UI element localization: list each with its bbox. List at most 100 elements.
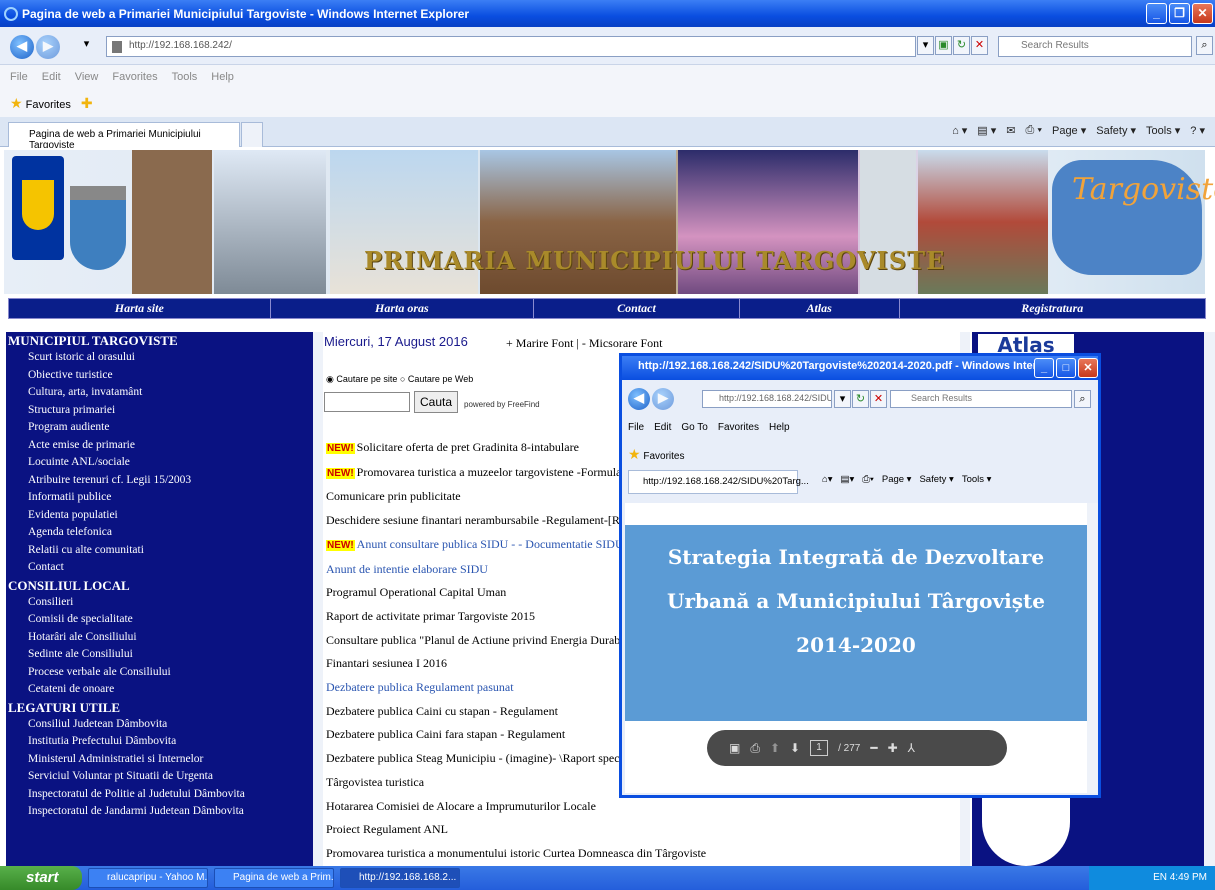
- sidebar-link[interactable]: Relatii cu alte comunitati: [6, 542, 316, 560]
- popup-menu-goto[interactable]: Go To: [681, 422, 708, 433]
- news-item[interactable]: Proiect Regulament ANL: [326, 818, 946, 842]
- prev-page-icon[interactable]: ⬆: [770, 741, 780, 755]
- next-page-icon[interactable]: ⬇: [790, 741, 800, 755]
- popup-tools-menu[interactable]: Tools ▾: [962, 474, 992, 485]
- sidebar-link[interactable]: Ministerul Administratiei si Internelor: [6, 751, 316, 769]
- radio-web[interactable]: ○: [400, 374, 405, 384]
- radio-site[interactable]: ◉: [326, 374, 334, 384]
- menu-edit[interactable]: Edit: [42, 71, 61, 83]
- menu-tools[interactable]: Tools: [172, 71, 198, 83]
- home-icon[interactable]: ⌂ ▾: [952, 124, 967, 137]
- sidebar-link[interactable]: Comisii de specialitate: [6, 611, 316, 629]
- sidebar-link[interactable]: Locuinte ANL/sociale: [6, 454, 316, 472]
- news-item[interactable]: Hotararea Comisiei de Alocare a Imprumut…: [326, 795, 946, 819]
- popup-forward-button[interactable]: ▶: [652, 388, 674, 410]
- sidebar-link[interactable]: Institutia Prefectului Dâmbovita: [6, 733, 316, 751]
- sidebar-link[interactable]: Serviciul Voluntar pt Situatii de Urgent…: [6, 768, 316, 786]
- add-favorite-icon[interactable]: ✚: [81, 95, 93, 112]
- refresh-icon[interactable]: ↻: [953, 36, 970, 55]
- nav-atlas[interactable]: Atlas: [740, 299, 900, 318]
- popup-menu-file[interactable]: File: [628, 422, 644, 433]
- news-item[interactable]: Promovarea turistica a monumentului isto…: [326, 842, 946, 866]
- popup-close-button[interactable]: ✕: [1078, 358, 1098, 378]
- help-icon[interactable]: ? ▾: [1190, 124, 1205, 137]
- history-dropdown-icon[interactable]: ▾: [78, 36, 95, 55]
- sidebar-link[interactable]: Hotarâri ale Consiliului: [6, 629, 316, 647]
- popup-feeds-icon[interactable]: ▤▾: [841, 474, 855, 485]
- sidebar-link[interactable]: Structura primariei: [6, 402, 316, 420]
- sidebar-scrollbar[interactable]: [313, 332, 323, 866]
- feeds-icon[interactable]: ▤ ▾: [977, 124, 996, 137]
- menu-favorites[interactable]: Favorites: [112, 71, 157, 83]
- increase-font-link[interactable]: + Marire Font: [506, 336, 573, 350]
- address-dropdown-icon[interactable]: ▾: [917, 36, 934, 55]
- nav-contact[interactable]: Contact: [534, 299, 740, 318]
- popup-scrollbar[interactable]: [1087, 503, 1098, 793]
- popup-menu-favorites[interactable]: Favorites: [718, 422, 759, 433]
- page-scrollbar[interactable]: [1204, 332, 1215, 866]
- popup-search-icon[interactable]: ⌕: [1074, 390, 1091, 408]
- start-button[interactable]: start: [0, 866, 82, 890]
- site-search-input[interactable]: [324, 392, 410, 412]
- forward-button[interactable]: ▶: [36, 35, 60, 59]
- page-menu[interactable]: Page ▾: [1052, 124, 1086, 137]
- popup-dropdown-icon[interactable]: ▾: [834, 390, 851, 408]
- page-number-input[interactable]: 1: [810, 740, 829, 756]
- sidebar-link[interactable]: Consiliul Judetean Dâmbovita: [6, 716, 316, 734]
- stop-icon[interactable]: ✕: [971, 36, 988, 55]
- popup-tab[interactable]: http://192.168.168.242/SIDU%20Targ...: [628, 470, 809, 494]
- sidebar-link[interactable]: Inspectoratul de Politie al Judetului Dâ…: [6, 786, 316, 804]
- menu-view[interactable]: View: [75, 71, 99, 83]
- zoom-in-icon[interactable]: ✚: [888, 741, 898, 755]
- popup-menu-edit[interactable]: Edit: [654, 422, 671, 433]
- minimize-button[interactable]: _: [1146, 3, 1167, 24]
- nav-harta-site[interactable]: Harta site: [9, 299, 271, 318]
- nav-registratura[interactable]: Registratura: [900, 299, 1205, 318]
- search-button[interactable]: Cauta: [414, 391, 458, 413]
- popup-search-input[interactable]: Search Results: [890, 390, 1072, 408]
- tab-primaria[interactable]: Pagina de web a Primariei Municipiului T…: [8, 122, 240, 151]
- task-pdf[interactable]: http://192.168.168.2...: [340, 868, 460, 888]
- sidebar-link[interactable]: Consilieri: [6, 594, 316, 612]
- sidebar-link[interactable]: Informatii publice: [6, 489, 316, 507]
- sidebar-link[interactable]: Contact: [6, 559, 316, 577]
- sidebar-link[interactable]: Cetateni de onoare: [6, 681, 316, 699]
- search-icon[interactable]: ⌕: [1196, 36, 1213, 55]
- print-icon[interactable]: ⎙ ▾: [1026, 124, 1042, 137]
- print-pdf-icon[interactable]: ⎙: [750, 741, 760, 756]
- close-button[interactable]: ✕: [1192, 3, 1213, 24]
- nav-harta-oras[interactable]: Harta oras: [271, 299, 535, 318]
- favorites-button[interactable]: ★ Favorites: [10, 95, 71, 112]
- search-input[interactable]: Search Results: [998, 36, 1192, 57]
- popup-favorites-label[interactable]: Favorites: [643, 451, 684, 462]
- popup-stop-icon[interactable]: ✕: [870, 390, 887, 408]
- tools-menu[interactable]: Tools ▾: [1146, 124, 1180, 137]
- popup-refresh-icon[interactable]: ↻: [852, 390, 869, 408]
- sidebar-link[interactable]: Cultura, arta, invatamânt: [6, 384, 316, 402]
- sidebar-link[interactable]: Agenda telefonica: [6, 524, 316, 542]
- back-button[interactable]: ◀: [10, 35, 34, 59]
- read-mail-icon[interactable]: ✉: [1006, 124, 1015, 137]
- decrease-font-link[interactable]: - Micsorare Font: [582, 336, 663, 350]
- popup-safety-menu[interactable]: Safety ▾: [919, 474, 953, 485]
- sidebar-link[interactable]: Program audiente: [6, 419, 316, 437]
- compatibility-icon[interactable]: ▣: [935, 36, 952, 55]
- menu-file[interactable]: File: [10, 71, 28, 83]
- sidebar-link[interactable]: Evidenta populatiei: [6, 507, 316, 525]
- save-icon[interactable]: ▣: [729, 741, 740, 755]
- sidebar-link[interactable]: Obiective turistice: [6, 367, 316, 385]
- popup-minimize-button[interactable]: _: [1034, 358, 1054, 378]
- popup-menu-help[interactable]: Help: [769, 422, 790, 433]
- maximize-button[interactable]: ❐: [1169, 3, 1190, 24]
- sidebar-link[interactable]: Acte emise de primarie: [6, 437, 316, 455]
- popup-print-icon[interactable]: ⎙▾: [862, 474, 874, 485]
- popup-back-button[interactable]: ◀: [628, 388, 650, 410]
- sidebar-link[interactable]: Procese verbale ale Consiliului: [6, 664, 316, 682]
- sidebar-link[interactable]: Sedinte ale Consiliului: [6, 646, 316, 664]
- popup-favorites-star-icon[interactable]: ★: [628, 446, 641, 462]
- acrobat-icon[interactable]: ⅄: [908, 741, 915, 755]
- address-bar[interactable]: http://192.168.168.242/: [106, 36, 916, 57]
- sidebar-link[interactable]: Scurt istoric al orasului: [6, 349, 316, 367]
- menu-help[interactable]: Help: [211, 71, 234, 83]
- safety-menu[interactable]: Safety ▾: [1096, 124, 1136, 137]
